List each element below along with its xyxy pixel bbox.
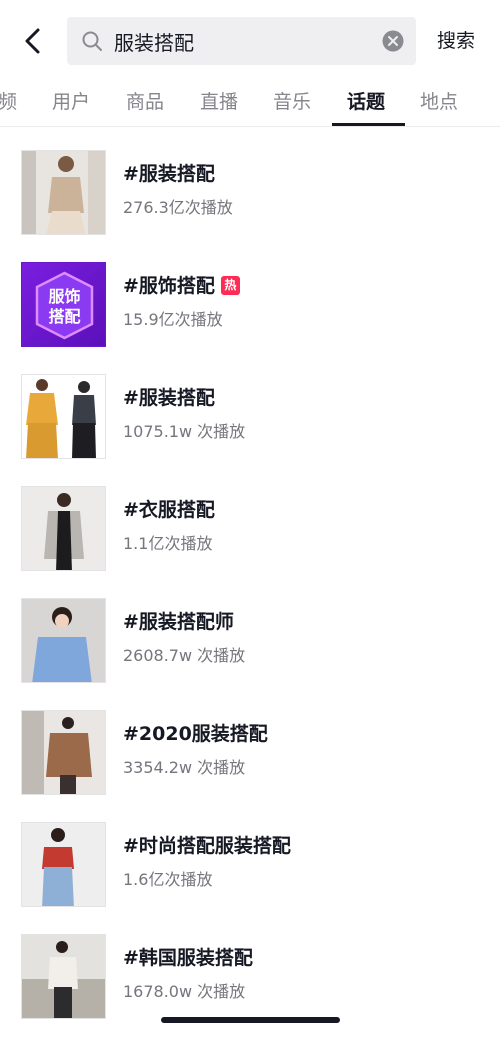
topic-views: 276.3亿次播放: [123, 198, 233, 217]
topic-views: 1.1亿次播放: [123, 534, 213, 553]
topic-item[interactable]: #韩国服装搭配 1678.0w 次播放: [0, 934, 500, 1046]
search-icon: [82, 31, 102, 51]
tab-video[interactable]: 频: [0, 88, 17, 116]
topic-views: 3354.2w 次播放: [123, 758, 246, 777]
category-tabs: 频 用户 商品 直播 音乐 话题 地点: [0, 80, 500, 127]
topic-views: 1.6亿次播放: [123, 870, 213, 889]
topic-views: 15.9亿次播放: [123, 310, 223, 329]
active-tab-indicator: [332, 123, 405, 126]
topic-item[interactable]: #服装搭配 1075.1w 次播放: [0, 374, 500, 486]
tab-users[interactable]: 用户: [52, 88, 90, 116]
topic-thumbnail: [21, 374, 106, 459]
top-bar: 搜索: [0, 0, 500, 80]
tab-music[interactable]: 音乐: [273, 88, 311, 116]
topic-thumbnail: [21, 598, 106, 683]
tab-topics[interactable]: 话题: [347, 88, 385, 116]
search-button[interactable]: 搜索: [437, 27, 475, 55]
topic-title: #衣服搭配: [123, 499, 215, 521]
topic-title: #服装搭配: [123, 163, 215, 185]
clear-icon[interactable]: [382, 30, 404, 52]
tab-products[interactable]: 商品: [126, 88, 164, 116]
tab-places[interactable]: 地点: [420, 88, 458, 116]
topic-title: #服装搭配: [123, 387, 215, 409]
topic-thumbnail: [21, 934, 106, 1019]
home-indicator: [161, 1017, 340, 1023]
topic-item[interactable]: #时尚搭配服装搭配 1.6亿次播放: [0, 822, 500, 934]
topic-thumbnail: [21, 486, 106, 571]
topic-thumbnail: [21, 822, 106, 907]
topic-thumbnail: 服饰 搭配: [21, 262, 106, 347]
search-box[interactable]: [67, 17, 416, 65]
tab-live[interactable]: 直播: [200, 88, 238, 116]
hot-badge: 热: [220, 276, 240, 295]
topic-views: 1075.1w 次播放: [123, 422, 246, 441]
back-button[interactable]: [18, 24, 48, 58]
topic-thumbnail: [21, 710, 106, 795]
topic-title-text: #服饰搭配: [123, 275, 215, 297]
topic-views: 2608.7w 次播放: [123, 646, 246, 665]
topic-item[interactable]: #衣服搭配 1.1亿次播放: [0, 486, 500, 598]
topic-item[interactable]: #2020服装搭配 3354.2w 次播放: [0, 710, 500, 822]
topic-item[interactable]: #服装搭配 276.3亿次播放: [0, 150, 500, 262]
chevron-left-icon: [25, 28, 40, 54]
thumbnail-text: 搭配: [48, 307, 80, 326]
topic-item[interactable]: 服饰 搭配 #服饰搭配热 15.9亿次播放: [0, 262, 500, 374]
topic-thumbnail: [21, 150, 106, 235]
topic-title: #2020服装搭配: [123, 723, 268, 745]
search-input[interactable]: [114, 17, 369, 65]
thumbnail-text: 服饰: [48, 287, 80, 306]
topic-item[interactable]: #服装搭配师 2608.7w 次播放: [0, 598, 500, 710]
topic-title: #时尚搭配服装搭配: [123, 835, 291, 857]
topic-title: #韩国服装搭配: [123, 947, 253, 969]
topic-title: #服装搭配师: [123, 611, 234, 633]
topic-title: #服饰搭配热: [123, 272, 240, 300]
topic-views: 1678.0w 次播放: [123, 982, 246, 1001]
